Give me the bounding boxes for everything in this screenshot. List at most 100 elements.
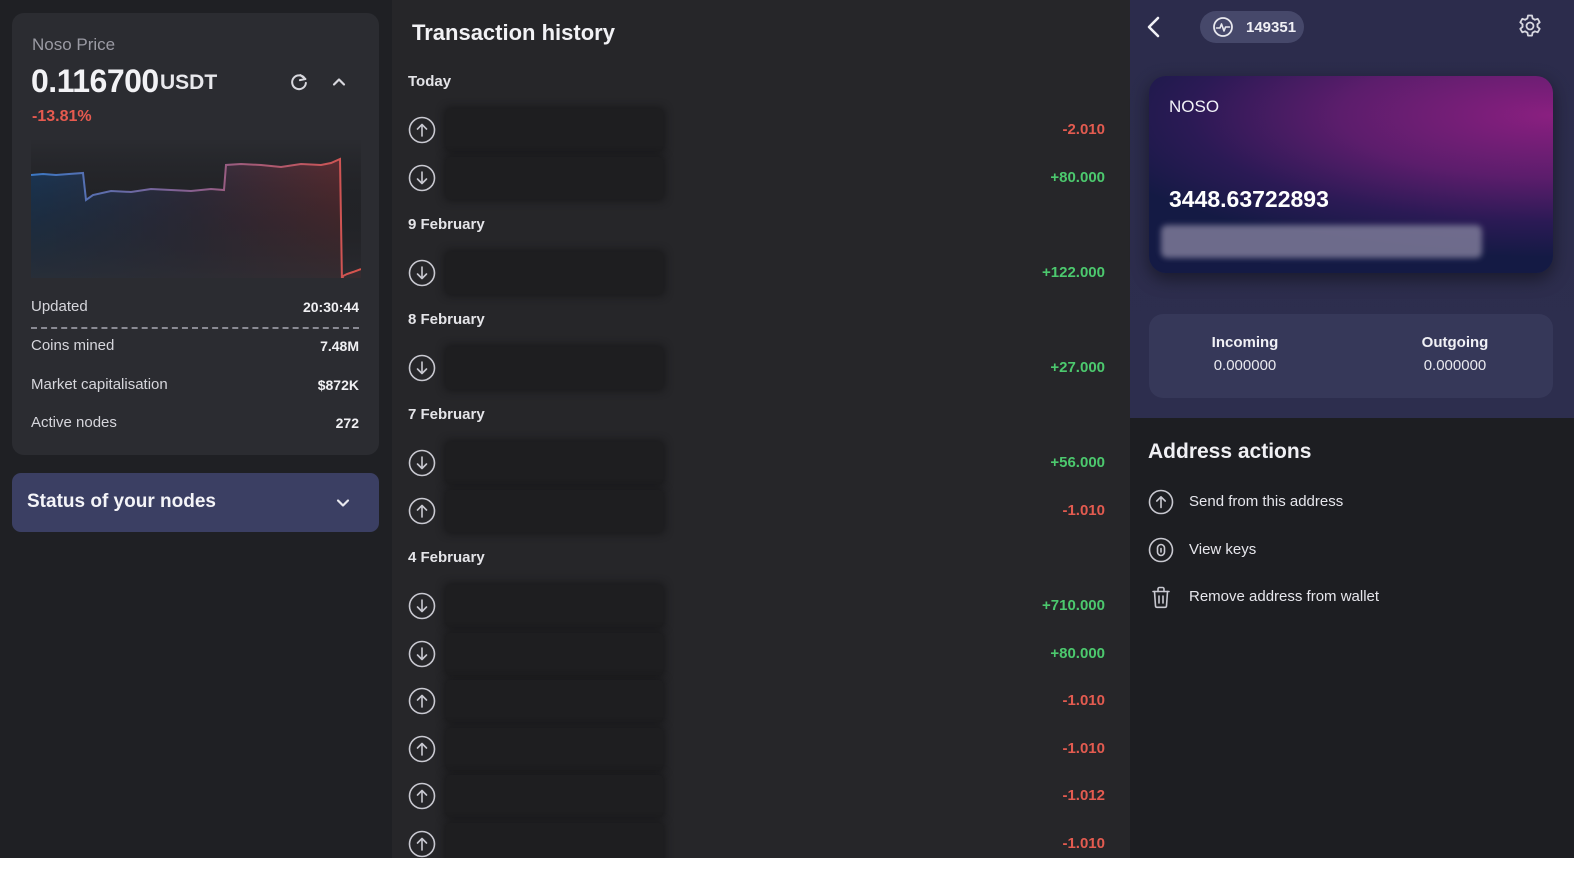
transaction-row[interactable]: +710.000 [392,584,1130,628]
transaction-amount: +710.000 [1042,597,1105,614]
stat-label: Updated [31,298,88,315]
arrow-up-circle-icon [408,116,436,144]
activity-icon [1213,17,1233,37]
chevron-up-icon[interactable] [329,72,349,92]
arrow-down-circle-icon [408,259,436,287]
address-actions-title: Address actions [1148,440,1312,463]
transaction-row[interactable]: +56.000 [392,441,1130,485]
arrow-down-circle-icon [408,640,436,668]
arrow-down-circle-icon [408,449,436,477]
transaction-date-label: 9 February [408,216,485,233]
arrow-up-circle-icon [408,830,436,858]
outgoing-column: Outgoing 0.000000 [1385,334,1525,374]
key-icon [1148,537,1174,563]
price-title: Noso Price [32,35,116,54]
transaction-amount: +56.000 [1050,454,1105,471]
arrow-down-circle-icon [408,164,436,192]
stat-value: 20:30:44 [302,298,359,315]
arrow-up-circle-icon [408,497,436,525]
transaction-history-panel: Transaction history Today -2.010 +80.000 9 … [392,0,1130,858]
transaction-details-redacted [446,109,663,151]
transaction-amount: +27.000 [1050,359,1105,376]
stat-label: Market capitalisation [31,376,168,393]
transaction-details-redacted [446,728,663,770]
nodes-status-toggle[interactable]: Status of your nodes [12,473,379,532]
remove-address-action[interactable]: Remove address from wallet [1148,582,1548,612]
incoming-value: 0.000000 [1213,357,1277,374]
stat-market-cap: Market capitalisation $872K [31,376,359,393]
transaction-row[interactable]: -1.010 [392,822,1130,858]
arrow-down-circle-icon [408,592,436,620]
transaction-history-title: Transaction history [412,20,615,45]
transaction-amount: -1.010 [1062,835,1105,852]
trash-icon [1152,586,1170,609]
transaction-amount: -1.012 [1062,787,1105,804]
transaction-amount: -2.010 [1062,121,1105,138]
transaction-amount: -1.010 [1062,502,1105,519]
stat-label: Active nodes [31,414,117,431]
stat-label: Coins mined [31,337,115,354]
arrow-up-circle-icon [408,735,436,763]
arrow-up-circle-icon [408,687,436,715]
outgoing-value: 0.000000 [1423,357,1487,374]
transaction-row[interactable]: +122.000 [392,251,1130,295]
incoming-label: Incoming [1211,334,1279,351]
price-change: -13.81% [32,108,92,125]
transaction-row[interactable]: +27.000 [392,346,1130,390]
transaction-details-redacted [446,490,663,532]
price-card: Noso Price 0.116700 USDT -13.81% Updated… [12,13,379,455]
price-value: 0.116700 [31,63,159,99]
nodes-status-title: Status of your nodes [27,491,216,512]
gear-icon[interactable] [1517,13,1543,39]
transaction-details-redacted [446,442,663,484]
view-keys-action[interactable]: View keys [1148,535,1548,565]
block-number: 149351 [1246,19,1297,36]
app-window: Noso Price 0.116700 USDT -13.81% Updated… [0,0,1574,858]
chevron-left-icon[interactable] [1142,14,1166,40]
transaction-date-label: Today [408,73,452,90]
wallet-address-redacted [1161,225,1482,258]
price-unit: USDT [160,71,218,94]
right-panel: 149351 NOSO 3448.63722893 Incoming 0.000… [1130,0,1574,858]
stat-active-nodes: Active nodes 272 [31,414,359,431]
transaction-amount: +122.000 [1042,264,1105,281]
stat-value: 272 [335,414,359,431]
transaction-row[interactable]: -2.010 [392,108,1130,152]
transaction-details-redacted [446,157,663,199]
transaction-amount: -1.010 [1062,740,1105,757]
stat-value: $872K [317,376,359,393]
stat-value: 7.48M [320,337,359,354]
transaction-amount: +80.000 [1050,645,1105,662]
transaction-row[interactable]: +80.000 [392,632,1130,676]
transaction-row[interactable]: +80.000 [392,156,1130,200]
wallet-header: 149351 NOSO 3448.63722893 Incoming 0.000… [1130,0,1574,418]
transaction-row[interactable]: -1.010 [392,489,1130,533]
stat-updated: Updated 20:30:44 [31,298,359,315]
transaction-details-redacted [446,585,663,627]
transaction-row[interactable]: -1.010 [392,727,1130,771]
wallet-card[interactable]: NOSO 3448.63722893 [1149,76,1553,273]
block-number-pill[interactable]: 149351 [1200,11,1304,43]
transaction-date-label: 7 February [408,406,485,423]
transaction-details-redacted [446,823,663,858]
transaction-details-redacted [446,775,663,817]
transaction-row[interactable]: -1.010 [392,679,1130,723]
refresh-icon[interactable] [288,71,310,93]
transaction-details-redacted [446,252,663,294]
incoming-outgoing-card: Incoming 0.000000 Outgoing 0.000000 [1149,314,1553,398]
chevron-down-icon [336,499,350,507]
outgoing-label: Outgoing [1421,334,1489,351]
transaction-details-redacted [446,680,663,722]
arrow-down-circle-icon [408,354,436,382]
send-from-address-action[interactable]: Send from this address [1148,487,1548,517]
wallet-name: NOSO [1169,97,1220,116]
transaction-row[interactable]: -1.012 [392,774,1130,818]
arrow-up-circle-icon [408,782,436,810]
action-label: Remove address from wallet [1189,588,1380,605]
send-up-icon [1148,489,1174,515]
stat-divider [31,327,359,329]
incoming-column: Incoming 0.000000 [1175,334,1315,374]
price-chart [31,138,361,278]
action-label: View keys [1189,541,1257,558]
transaction-details-redacted [446,347,663,389]
